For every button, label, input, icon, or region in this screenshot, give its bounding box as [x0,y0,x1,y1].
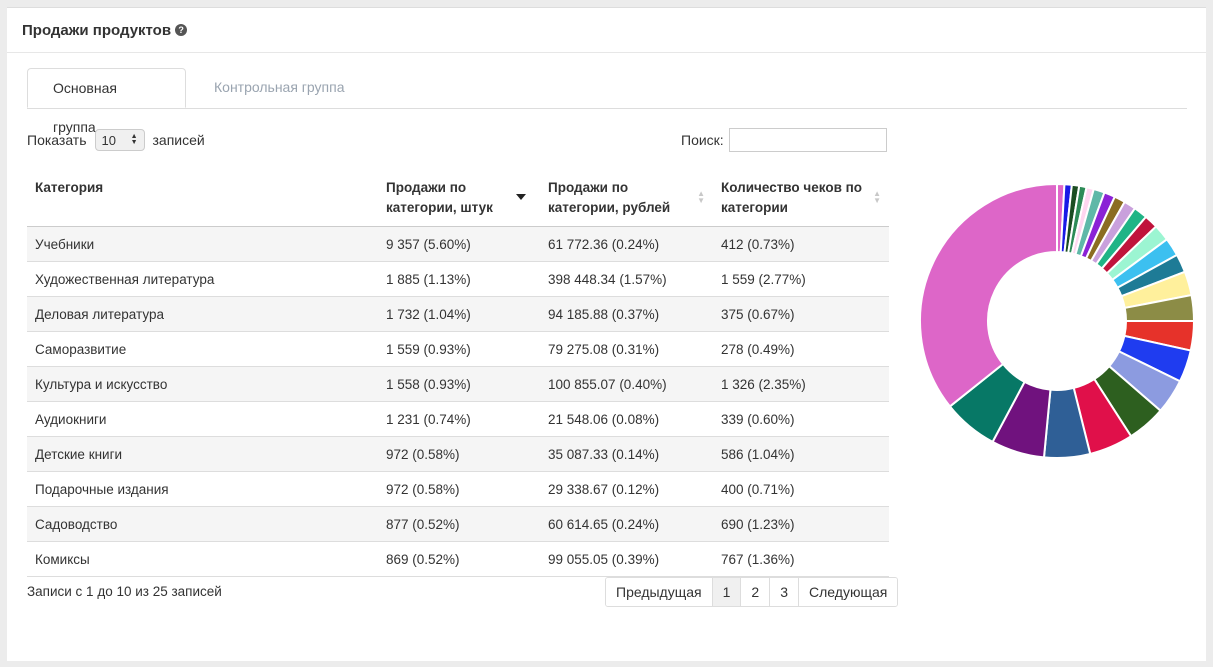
receipts-cell: 278 (0.49%) [713,331,889,367]
table-row: Саморазвитие 1 559 (0.93%) 79 275.08 (0.31… [27,331,889,367]
page-length-control: Показать 10 ▲ ▼ записей [27,128,205,152]
category-cell: Саморазвитие [27,331,378,367]
question-circle-icon[interactable]: ? [175,24,188,36]
table-row: Учебники 9 357 (5.60%) 61 772.36 (0.24%) 41… [27,226,889,262]
length-suffix-label: записей [152,132,205,148]
table-row: Детские книги 972 (0.58%) 35 087.33 (0.14%… [27,436,889,472]
category-cell: Подарочные издания [27,471,378,507]
category-cell: Культура и искусство [27,366,378,402]
rubles-cell: 94 185.88 (0.37%) [540,296,713,332]
units-cell: 1 732 (1.04%) [378,296,540,332]
receipts-cell: 400 (0.71%) [713,471,889,507]
rubles-cell: 35 087.33 (0.14%) [540,436,713,472]
table-row: Культура и искусство 1 558 (0.93%) 100 855… [27,366,889,402]
product-sales-panel: Продажи продуктов ? Основная группа Конт… [7,7,1206,661]
page-1-button[interactable]: 1 [711,578,741,606]
length-prefix-label: Показать [27,132,87,148]
table-row: Аудиокниги 1 231 (0.74%) 21 548.06 (0.08%)… [27,401,889,437]
header-category-label: Категория [35,180,104,195]
tab-main-group[interactable]: Основная группа [27,68,186,135]
table-header-row: Категория Продажи по категории, штук Про… [27,168,889,227]
receipts-cell: 375 (0.67%) [713,296,889,332]
units-cell: 1 558 (0.93%) [378,366,540,402]
panel-title: Продажи продуктов [22,21,172,39]
sort-desc-icon [516,194,526,200]
search-control: Поиск: [681,128,887,152]
header-sales-rubles[interactable]: Продажи по категории, рублей ▲ ▼ [540,168,713,227]
select-arrows-icon: ▲ ▼ [130,133,138,146]
units-cell: 1 231 (0.74%) [378,401,540,437]
page-length-select[interactable]: 10 ▲ ▼ [94,129,145,151]
rubles-cell: 99 055.05 (0.39%) [540,541,713,577]
search-label: Поиск: [681,132,724,148]
donut-slice-25[interactable] [919,182,1058,408]
header-sales-units-label: Продажи по категории, штук [386,180,493,215]
rubles-cell: 100 855.07 (0.40%) [540,366,713,402]
rubles-cell: 29 338.67 (0.12%) [540,471,713,507]
category-donut-chart [919,182,1196,459]
header-receipts-count[interactable]: Количество чеков по категории ▲ ▼ [713,168,889,227]
rubles-cell: 60 614.65 (0.24%) [540,506,713,542]
receipts-cell: 1 559 (2.77%) [713,261,889,297]
table-row: Подарочные издания 972 (0.58%) 29 338.67 (… [27,471,889,507]
category-cell: Комиксы [27,541,378,577]
units-cell: 9 357 (5.60%) [378,226,540,262]
header-sales-rubles-label: Продажи по категории, рублей [548,180,671,215]
sort-both-icon: ▲ ▼ [873,189,881,205]
units-cell: 972 (0.58%) [378,436,540,472]
units-cell: 972 (0.58%) [378,471,540,507]
page-3-button[interactable]: 3 [769,578,799,606]
table-row: Комиксы 869 (0.52%) 99 055.05 (0.39%) 767 (… [27,541,889,577]
page-length-value: 10 [101,132,116,148]
sales-table: Категория Продажи по категории, штук Про… [27,168,889,577]
header-sales-units[interactable]: Продажи по категории, штук [378,168,540,227]
sort-both-icon: ▲ ▼ [697,189,705,205]
receipts-cell: 339 (0.60%) [713,401,889,437]
units-cell: 1 885 (1.13%) [378,261,540,297]
category-cell: Детские книги [27,436,378,472]
rubles-cell: 61 772.36 (0.24%) [540,226,713,262]
category-cell: Художественная литература [27,261,378,297]
units-cell: 869 (0.52%) [378,541,540,577]
receipts-cell: 586 (1.04%) [713,436,889,472]
table-row: Художественная литература 1 885 (1.13%) 39… [27,261,889,297]
search-input[interactable] [728,128,887,152]
receipts-cell: 767 (1.36%) [713,541,889,577]
group-tabs: Основная группа Контрольная группа [27,68,1187,135]
rubles-cell: 21 548.06 (0.08%) [540,401,713,437]
header-receipts-count-label: Количество чеков по категории [721,180,863,215]
receipts-cell: 690 (1.23%) [713,506,889,542]
next-page-button[interactable]: Следующая [798,578,898,606]
table-row: Деловая литература 1 732 (1.04%) 94 185.88… [27,296,889,332]
category-cell: Аудиокниги [27,401,378,437]
category-cell: Учебники [27,226,378,262]
page-2-button[interactable]: 2 [740,578,770,606]
units-cell: 1 559 (0.93%) [378,331,540,367]
table-row: Садоводство 877 (0.52%) 60 614.65 (0.24%) 6… [27,506,889,542]
category-cell: Деловая литература [27,296,378,332]
panel-header: Продажи продуктов ? [7,8,1206,53]
receipts-cell: 1 326 (2.35%) [713,366,889,402]
prev-page-button[interactable]: Предыдущая [606,578,712,606]
receipts-cell: 412 (0.73%) [713,226,889,262]
rubles-cell: 398 448.34 (1.57%) [540,261,713,297]
header-category[interactable]: Категория [27,168,378,227]
pagination: Предыдущая 1 2 3 Следующая [605,577,899,607]
category-cell: Садоводство [27,506,378,542]
tab-control-group[interactable]: Контрольная группа [189,68,369,107]
records-info: Записи с 1 до 10 из 25 записей [27,584,222,599]
units-cell: 877 (0.52%) [378,506,540,542]
rubles-cell: 79 275.08 (0.31%) [540,331,713,367]
table-body: Учебники 9 357 (5.60%) 61 772.36 (0.24%) 41… [27,226,889,577]
